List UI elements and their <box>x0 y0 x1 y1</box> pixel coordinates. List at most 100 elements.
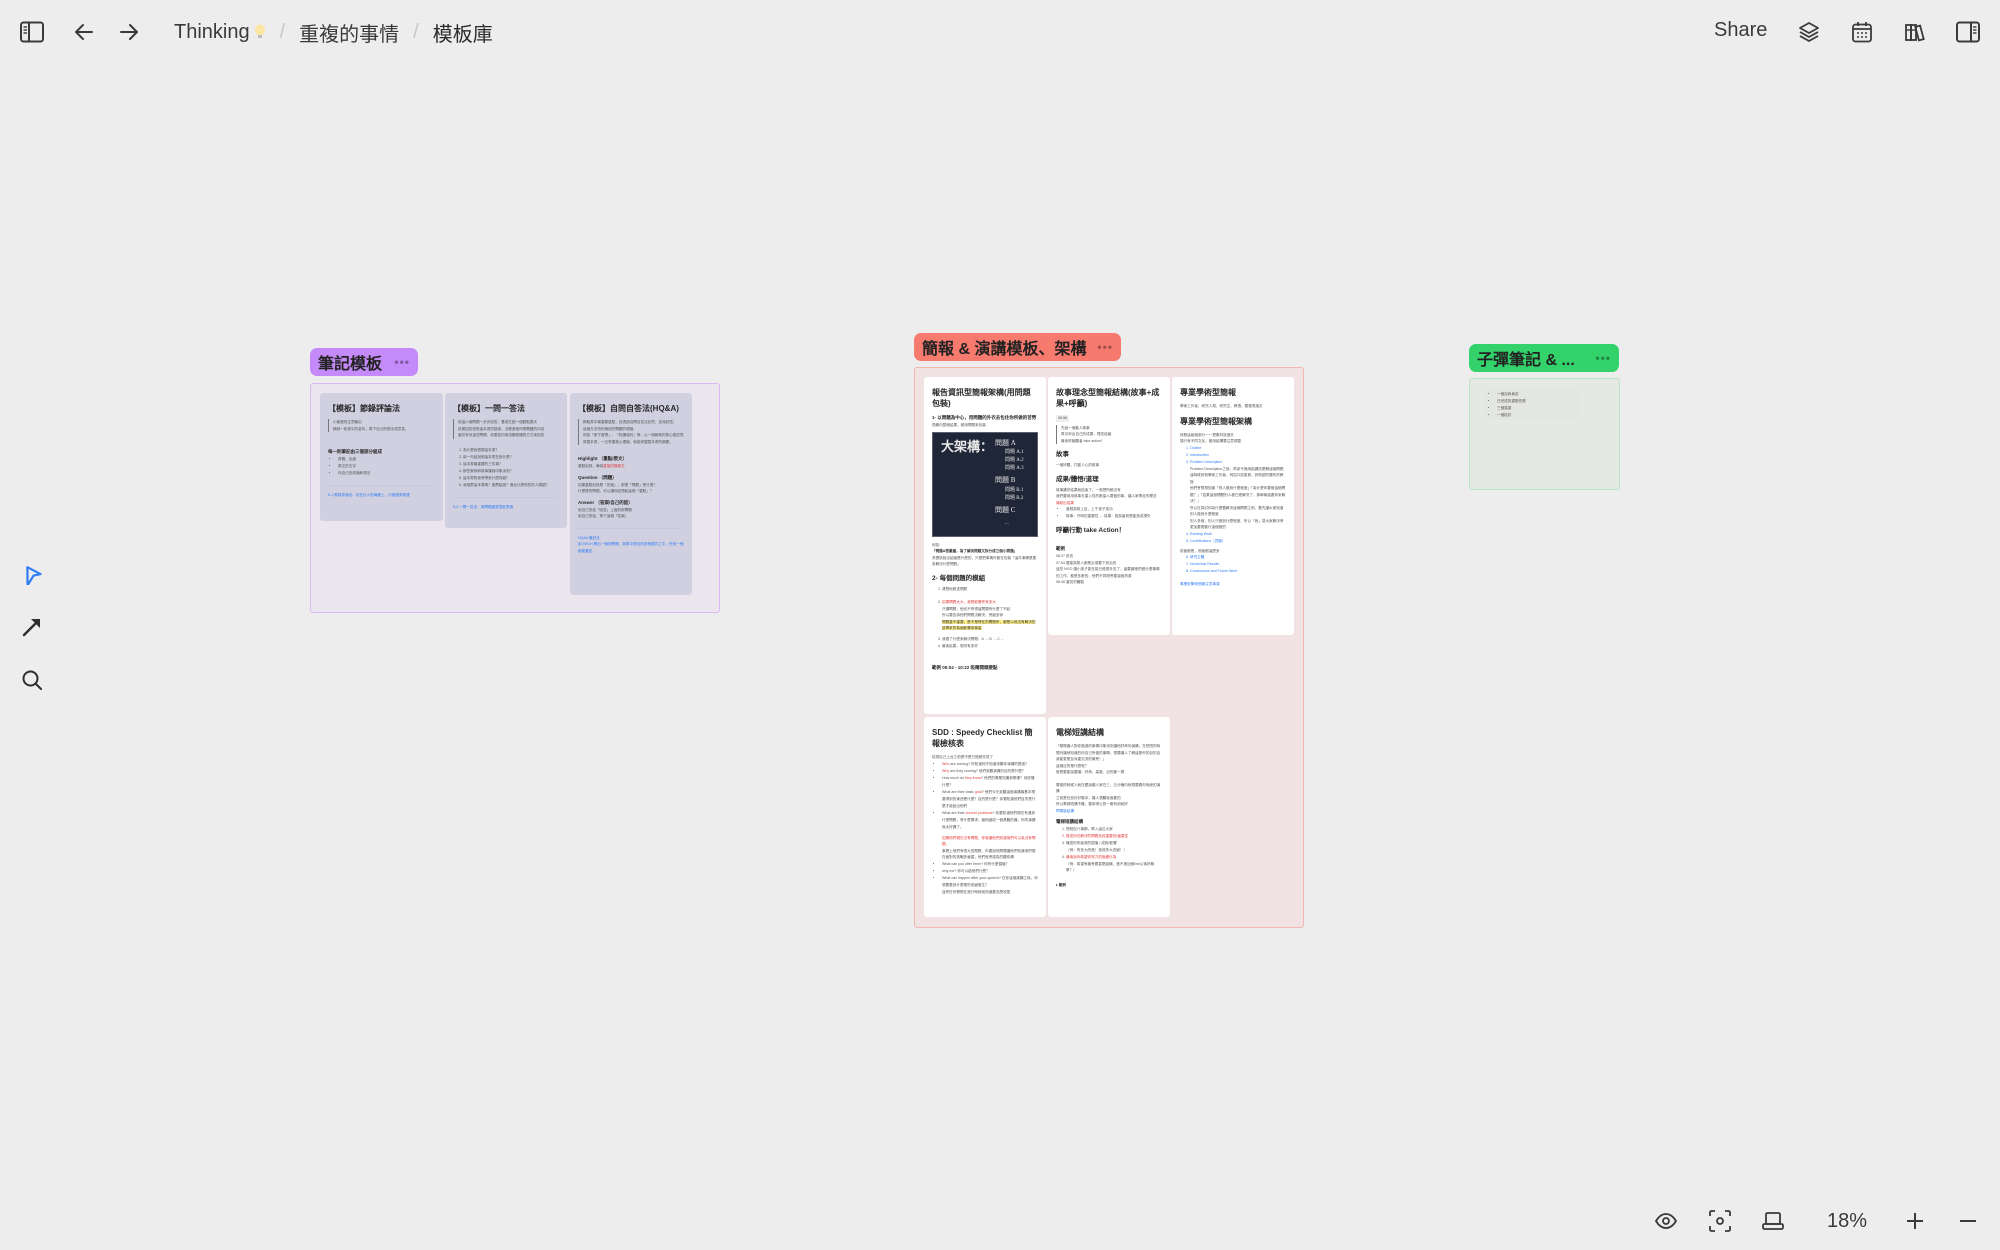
card-text: 「剛剛讓人對你做過的事情印象深刻讓他好奇你演講，在短短的時間內讓他知道的你自己所… <box>1056 744 1161 761</box>
list-item: 如果問題太大，我是影響會有多大 只講問題，他也不會得這問題有什麼了不起 所以要告… <box>942 599 1038 632</box>
zoom-in-icon[interactable] <box>1903 1206 1927 1236</box>
presentation-icon[interactable] <box>1761 1206 1785 1236</box>
list-item: 敘述你在解決的問題及其重要性/嚴重性 <box>1066 833 1162 840</box>
back-arrow-icon[interactable] <box>72 20 96 44</box>
presentation-card-elevator-pitch[interactable]: 電梯短講結構 「剛剛讓人對你做過的事情印象深刻讓他好奇你演講，在短短的時間內讓他… <box>1048 717 1170 917</box>
reference-link[interactable]: 專業型學術簡報注意事項 <box>1180 581 1286 588</box>
section-heading: 1- 以問題為中心，用問題的外衣去包住你所做的苦勞 <box>932 415 1037 420</box>
diagram-item: 問題 B <box>995 475 1016 484</box>
presentation-card-academic[interactable]: 專業學術型簡報 學術工作者、研究人員、研究生、教授、要發表論文 專業學術型簡報架… <box>1172 377 1294 635</box>
outline-link[interactable]: Problem Description <box>1190 459 1286 466</box>
reference-link[interactable]: 用 5W1H 問出一個好問題，與書中提出的其他模式之中，任何一個都能筆記 <box>578 541 684 554</box>
presentation-card-story[interactable]: 故事理念型簡報結構(故事+成果+呼籲) 06:58 先說一個動人故事 再引申出自… <box>1048 377 1170 635</box>
outline-link[interactable]: Numerical Results <box>1190 561 1286 568</box>
section-heading: 電梯短講結構 <box>1056 819 1083 824</box>
presentation-card-sdd-checklist[interactable]: SDD : Speedy Checklist 簡報檢核表 檢測自己上台之前是不是… <box>924 717 1046 917</box>
line-text: 重點紀錄，單純 <box>578 464 604 468</box>
quote-line: 最後呼籲聽者 take action！ <box>1061 438 1105 443</box>
example-toggle[interactable]: ▸ 範例 <box>1056 882 1162 889</box>
emphasis-text: 最後說你希望你努力的後續行為 <box>1066 854 1117 859</box>
outline-link[interactable]: 研究主體 <box>1190 554 1286 561</box>
section-line: 重點紀錄，單純直接的摘原文 <box>578 463 684 470</box>
divider <box>578 527 684 529</box>
frame-bullet-journal[interactable]: 一個自我肯定 已完成的重點任務 三個感激 一個檢討 <box>1469 378 1620 490</box>
divider <box>453 496 559 498</box>
reference-link[interactable]: 閃電版結構 <box>1056 808 1162 815</box>
forward-arrow-icon[interactable] <box>117 20 141 44</box>
numbered-list: 清楚地敘述問題 如果問題太大，我是影響會有多大 只講問題，他也不會得這問題有什麼… <box>932 586 1038 650</box>
note-card-hqa[interactable]: 【模板】自問自答法(HQ&A) 摘取書中最重要重點，自透過自問自答法反思，加深記… <box>570 393 692 595</box>
outline-link[interactable]: Contributions（貢獻） <box>1190 538 1286 545</box>
outline-link[interactable]: Conclusions and Future Work <box>1190 568 1286 575</box>
framework-diagram-image: 大架構： 問題 A 問題 A.1 問題 A.2 問題 A.3 問題 B 問題 B… <box>932 431 1038 537</box>
outline-link[interactable]: Existing Work <box>1190 531 1286 538</box>
reference-link[interactable]: 5-3 一問一答法：用問題重塑混亂思緒 <box>453 504 559 511</box>
section-heading: Answer （答案/自己的話） <box>578 499 633 505</box>
more-options-icon[interactable]: ••• <box>386 355 410 369</box>
card-title: 【模板】自問自答法(HQ&A) <box>578 404 679 413</box>
frame-label-bullet-journal[interactable]: 子彈筆記 & ... ••• <box>1469 344 1619 372</box>
calendar-icon[interactable] <box>1850 20 1874 44</box>
presentation-card-report[interactable]: 報告資訊型簡報架構(用問題包裝) 1- 以問題為中心，用問題的外衣去包住你所做的… <box>924 377 1046 714</box>
example-heading: 範例 05:04 - 10:22 吸睛開頭要點 <box>932 664 998 670</box>
layers-icon[interactable] <box>1797 20 1821 44</box>
quote-line: 當初有何這些問題，你要如何用淺顯易懂的方式來回答 <box>458 433 545 437</box>
connector-arrow-icon[interactable] <box>18 613 46 641</box>
outline-link[interactable]: Outline <box>1190 445 1286 452</box>
top-bar: Thinking / 重複的事情 / 模板庫 Share <box>0 0 2000 64</box>
right-panel-icon[interactable] <box>1956 20 1980 44</box>
card-text: 其實該說出結論是什麼的，只是把事情外套在包裝「這件事情是要來解決什麼問題」 <box>932 555 1037 567</box>
divider <box>328 485 435 486</box>
focus-icon[interactable] <box>1708 1206 1732 1236</box>
note-card-qa[interactable]: 【模板】一問一答法 用這六個問題一步步回答，養成在讀一個觀點要天 試著回答他對這… <box>445 393 567 528</box>
frame-label-presentation-templates[interactable]: 簡報 & 演講模板、架構 ••• <box>914 333 1121 361</box>
example-label: 範例 <box>1058 882 1066 887</box>
list-item: 我推薦這本書嗎？推薦給誰？適合什麼特質的人閱讀？ <box>463 482 559 489</box>
list-item: Why are they coming? 他們來聽演講的目的是什麼？ <box>942 768 1038 775</box>
breadcrumb-item-repeated[interactable]: 重複的事情 <box>299 18 399 47</box>
emphasis-text: current problems <box>965 810 993 815</box>
library-icon[interactable] <box>1903 20 1927 44</box>
card-text: 他們會想想知道「別人做到什麼程度」「為什麼你要做這個問題？」「如果這個問題別人都… <box>1190 486 1286 503</box>
search-icon[interactable] <box>18 666 46 694</box>
list-item: 最後說你希望你努力的後續行為 （例：希望有機會跟甚麼組織，進不進加個line以後好… <box>1066 854 1162 874</box>
section-heading: 成果/體悟/道理 <box>1056 475 1099 483</box>
more-options-icon[interactable]: ••• <box>1089 340 1113 354</box>
frame-presentation-templates[interactable]: 報告資訊型簡報架構(用問題包裝) 1- 以問題為中心，用問題的外衣去包住你所做的… <box>914 367 1304 928</box>
note-card-excerpt-comment[interactable]: 【模板】節錄評論法 小紫燈的注意輸出 摘錄一段書中的金句，寫下自己的想法或意見。… <box>320 393 443 521</box>
more-options-icon[interactable]: ••• <box>1587 351 1611 365</box>
list-item: What are their basic goal? 他們今天來聽這個演講最基本… <box>942 789 1038 810</box>
frame-label-notes-templates[interactable]: 筆記模板 ••• <box>310 348 418 376</box>
select-pointer-icon[interactable] <box>18 560 46 588</box>
emphasis-text: goal <box>974 789 982 794</box>
eye-icon[interactable] <box>1654 1206 1678 1236</box>
breadcrumb-separator: / <box>279 21 286 43</box>
sidebar-toggle-icon[interactable] <box>20 20 44 44</box>
lightbulb-icon <box>254 23 266 39</box>
list-item: 簡短自介事蹟，帶入這位大家 <box>1066 826 1162 833</box>
checklist: Who are coming? 你知道知不知道來聽你演講的是誰？ Why are… <box>932 761 1038 896</box>
share-button[interactable]: Share <box>1714 19 1767 42</box>
bullet-journal-card[interactable]: 一個自我肯定 已完成的重點任務 三個感激 一個檢討 <box>1483 388 1578 420</box>
outline-link[interactable]: Introduction <box>1190 452 1286 459</box>
list-item: 故事：守時的重要性 → 成果：因為當到是能造成損失 <box>1066 513 1162 520</box>
section-line: 什麼樣的問題，可以讓你回想起這個「重點」？ <box>578 489 654 493</box>
list-item: 我做了什麼來解決問題：A → B → C ... <box>942 636 1038 643</box>
card-text: 這會在你實際在進行時就就知道要怎麼收尾 <box>942 889 1011 894</box>
frame-notes-templates[interactable]: 【模板】節錄評論法 小紫燈的注意輸出 摘錄一段書中的金句，寫下自己的想法或意見。… <box>310 383 720 613</box>
card-title: 【模板】一問一答法 <box>453 404 525 413</box>
zoom-level[interactable]: 18% <box>1820 1206 1874 1236</box>
reference-link[interactable]: 5-1 節錄評論法：站在巨人的肩膀上，引發優秀更遠 <box>328 492 435 499</box>
list-item: 為什麼我想讀這本書？ <box>463 447 559 454</box>
card-text: 08:38 當初的體驗 <box>1056 580 1084 584</box>
emphasis-text: they know <box>964 775 982 780</box>
breadcrumb-item-template-library[interactable]: 模板庫 <box>433 18 493 47</box>
list-item: Who are coming? 你知道知不知道來聽你演講的是誰？ <box>942 761 1038 768</box>
breadcrumb-item-thinking[interactable]: Thinking <box>174 21 266 44</box>
card-text: 學術工作者、研究人員、研究生、教授、要發表論文 <box>1180 404 1263 408</box>
section-heading: Highlight （重點/原文） <box>578 456 627 461</box>
list-item: 最後結果，現況有多好 <box>942 643 1038 650</box>
card-text: 我們要用用故事去重入性的數量人要做的事，讓人家帶走的理念 <box>1056 494 1157 498</box>
bullet-list: 曾經幫助上百，上千孩子成功 故事：守時的重要性 → 成果：因為當到是能造成損失 <box>1056 506 1162 520</box>
zoom-out-icon[interactable] <box>1956 1206 1980 1236</box>
